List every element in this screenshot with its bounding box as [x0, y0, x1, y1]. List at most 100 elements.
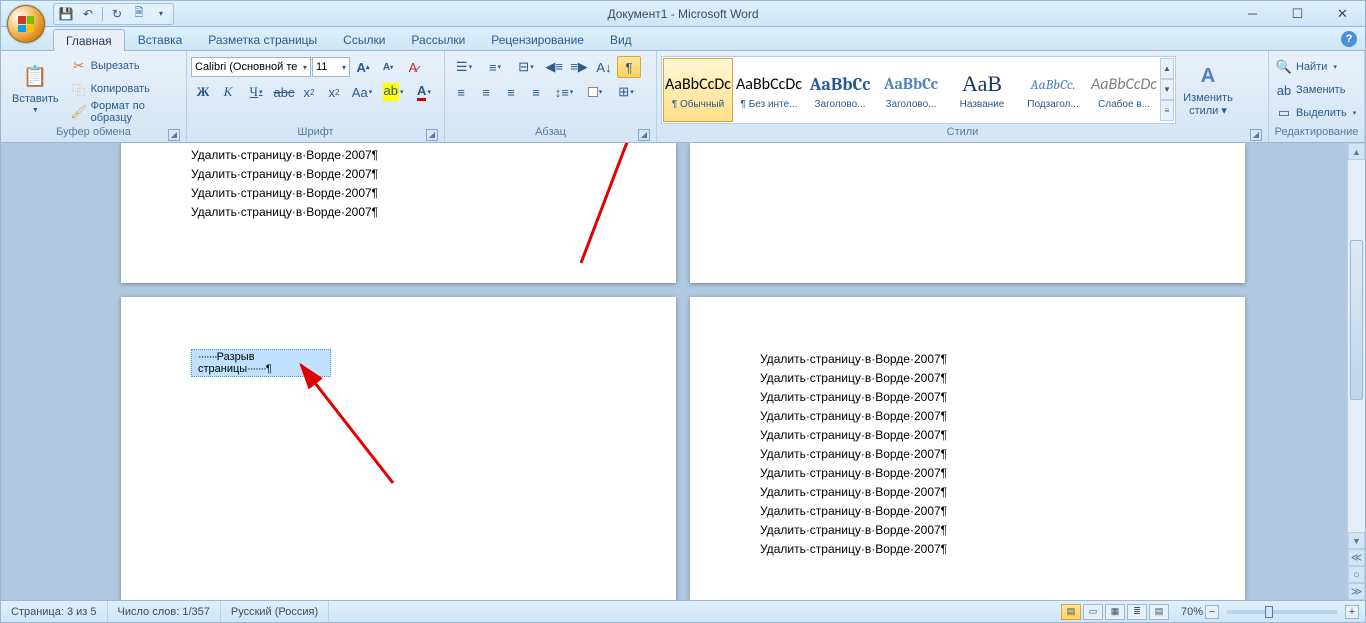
page-2[interactable] [690, 143, 1245, 283]
change-case-button[interactable]: Aa▾ [347, 81, 377, 103]
close-button[interactable]: ✕ [1320, 4, 1365, 24]
format-painter-button[interactable]: 🖌Формат по образцу [68, 101, 182, 123]
qat-customize-icon[interactable]: ▾ [153, 6, 169, 22]
style-item-1[interactable]: AaBbCcDc¶ Без инте... [734, 58, 804, 122]
clear-formatting-button[interactable]: A̷ [401, 56, 425, 78]
status-page[interactable]: Страница: 3 из 5 [1, 601, 108, 622]
style-item-5[interactable]: AaBbCc.Подзагол... [1018, 58, 1088, 122]
tab-mailings[interactable]: Рассылки [398, 28, 478, 50]
prev-page-button[interactable]: ≪ [1348, 549, 1365, 566]
style wlabel: Название [960, 99, 1005, 110]
status-word-count[interactable]: Число слов: 1/357 [108, 601, 221, 622]
doc-line: Удалить·страницу·в·Ворде·2007¶ [760, 409, 1175, 423]
view-full-screen[interactable]: ▭ [1083, 604, 1103, 620]
office-button[interactable] [7, 5, 45, 43]
styles-scroll-down[interactable]: ▼ [1160, 79, 1174, 100]
change-styles-button[interactable]: A Изменитьстили ▾ [1178, 55, 1238, 125]
page-break-marker[interactable]: ·······Разрыв страницы·······¶ [191, 349, 331, 377]
styles-launcher[interactable]: ◢ [1250, 129, 1262, 141]
maximize-button[interactable]: ☐ [1275, 4, 1320, 24]
page-1[interactable]: Удалить·страницу·в·Ворде·2007¶ Удалить·с… [121, 143, 676, 283]
font-launcher[interactable]: ◢ [426, 129, 438, 141]
zoom-out-button[interactable]: − [1205, 605, 1219, 619]
subscript-button[interactable]: x2 [297, 81, 321, 103]
redo-icon[interactable]: ↻ [109, 6, 125, 22]
tab-insert[interactable]: Вставка [125, 28, 196, 50]
style-item-4[interactable]: АаВНазвание [947, 58, 1017, 122]
italic-button[interactable]: К [216, 81, 240, 103]
show-paragraph-marks-button[interactable]: ¶ [617, 56, 641, 78]
view-outline[interactable]: ≣ [1127, 604, 1147, 620]
next-page-button[interactable]: ≫ [1348, 583, 1365, 600]
save-icon[interactable]: 💾 [58, 6, 74, 22]
underline-button[interactable]: Ч▾ [241, 81, 271, 103]
borders-button[interactable]: ⊞▾ [611, 81, 641, 103]
tab-home[interactable]: Главная [53, 29, 125, 51]
highlight-button[interactable]: ab▾ [378, 81, 408, 103]
align-right-button[interactable]: ≡ [499, 81, 523, 103]
status-language[interactable]: Русский (Россия) [221, 601, 329, 622]
scroll-down-button[interactable]: ▼ [1348, 532, 1365, 549]
style-item-6[interactable]: AaBbCcDcСлабое в... [1089, 58, 1159, 122]
align-center-button[interactable]: ≡ [474, 81, 498, 103]
paste-button[interactable]: 📋 Вставить ▼ [5, 53, 66, 123]
copy-button[interactable]: ⿻Копировать [68, 78, 182, 100]
font-name-combo[interactable]: Calibri (Основной те▾ [191, 57, 311, 77]
style-item-2[interactable]: AaBbCcЗаголово... [805, 58, 875, 122]
clipboard-launcher[interactable]: ◢ [168, 129, 180, 141]
grow-font-button[interactable]: A▴ [351, 56, 375, 78]
style-item-3[interactable]: AaBbCcЗаголово... [876, 58, 946, 122]
help-icon[interactable]: ? [1341, 31, 1357, 47]
font-color-button[interactable]: A▾ [409, 81, 439, 103]
strikethrough-button[interactable]: abc [272, 81, 296, 103]
undo-icon[interactable]: ↶ [80, 6, 96, 22]
view-web-layout[interactable]: ▦ [1105, 604, 1125, 620]
replace-button[interactable]: abЗаменить [1273, 79, 1348, 101]
decrease-indent-button[interactable]: ◀≡ [542, 56, 566, 78]
font-size-combo[interactable]: 11▾ [312, 57, 350, 77]
style-preview: AaBbCc [884, 69, 938, 99]
replace-icon: ab [1276, 82, 1292, 98]
zoom-value[interactable]: 70% [1181, 606, 1203, 618]
tab-references[interactable]: Ссылки [330, 28, 398, 50]
browse-object-button[interactable]: ○ [1348, 566, 1365, 583]
style wlabel: Заголово... [815, 99, 866, 110]
shrink-font-button[interactable]: A▾ [376, 56, 400, 78]
vertical-scrollbar[interactable]: ▲ ▼ ≪ ○ ≫ [1347, 143, 1365, 600]
numbering-button[interactable]: ≡▾ [480, 56, 510, 78]
view-print-layout[interactable]: ▤ [1061, 604, 1081, 620]
scroll-up-button[interactable]: ▲ [1348, 143, 1365, 160]
cut-button[interactable]: ✂Вырезать [68, 55, 182, 77]
style-item-0[interactable]: AaBbCcDc¶ Обычный [663, 58, 733, 122]
line-spacing-button[interactable]: ↕≡▾ [549, 81, 579, 103]
doc-line: Удалить·страницу·в·Ворде·2007¶ [760, 428, 1175, 442]
bullets-button[interactable]: ☰▾ [449, 56, 479, 78]
page-3[interactable]: ·······Разрыв страницы·······¶ [121, 297, 676, 600]
bold-button[interactable]: Ж [191, 81, 215, 103]
minimize-button[interactable]: ─ [1230, 4, 1275, 24]
zoom-slider[interactable] [1227, 610, 1337, 614]
scroll-thumb[interactable] [1350, 240, 1363, 400]
styles-scroll-up[interactable]: ▲ [1160, 58, 1174, 79]
page-4[interactable]: Удалить·страницу·в·Ворде·2007¶ Удалить·с… [690, 297, 1245, 600]
multilevel-list-button[interactable]: ⊟▾ [511, 56, 541, 78]
tab-view[interactable]: Вид [597, 28, 645, 50]
zoom-knob[interactable] [1265, 606, 1273, 618]
styles-expand[interactable]: ≡ [1160, 100, 1174, 121]
increase-indent-button[interactable]: ≡▶ [567, 56, 591, 78]
view-draft[interactable]: ▤ [1149, 604, 1169, 620]
tab-page-layout[interactable]: Разметка страницы [195, 28, 330, 50]
quick-print-icon[interactable]: 🗎 [131, 6, 147, 22]
paragraph-launcher[interactable]: ◢ [638, 129, 650, 141]
zoom-in-button[interactable]: + [1345, 605, 1359, 619]
sort-button[interactable]: A↓ [592, 56, 616, 78]
justify-button[interactable]: ≡ [524, 81, 548, 103]
tab-review[interactable]: Рецензирование [478, 28, 597, 50]
superscript-button[interactable]: x2 [322, 81, 346, 103]
shading-button[interactable]: ▾ [580, 81, 610, 103]
align-left-button[interactable]: ≡ [449, 81, 473, 103]
select-button[interactable]: ▭Выделить▾ [1273, 102, 1359, 124]
doc-line: Удалить·страницу·в·Ворде·2007¶ [191, 186, 606, 200]
styles-gallery: AaBbCcDc¶ ОбычныйAaBbCcDc¶ Без инте...Aa… [661, 56, 1176, 124]
find-button[interactable]: 🔍Найти▾ [1273, 56, 1340, 78]
